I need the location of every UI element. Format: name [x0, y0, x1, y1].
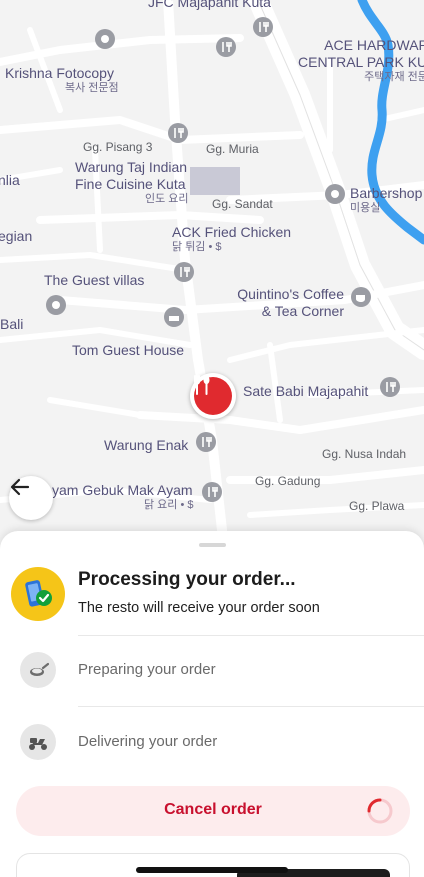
restaurant-pin-icon[interactable] — [201, 481, 223, 503]
step-preparing-label: Preparing your order — [78, 661, 216, 678]
map-label-jfc: JFC Majapahit Kuta — [148, 0, 271, 10]
map-label-krishna: Krishna Fotocopy 복사 전문점 — [5, 65, 119, 95]
divider — [78, 706, 424, 707]
map-label-guest-villas: The Guest villas — [44, 272, 145, 288]
map-label-warung-taj-line1: Warung Taj Indian — [75, 159, 188, 175]
cancel-order-label: Cancel order — [164, 801, 262, 818]
map-label-edge-1: nlia — [0, 172, 20, 188]
map-label-warung-taj-sub: 인도 요리 — [145, 193, 189, 205]
arrow-left-icon — [10, 478, 30, 496]
home-indicator[interactable] — [136, 867, 288, 873]
restaurant-pin-icon[interactable] — [173, 261, 195, 283]
map-label-ace-sub: 주택자재 전문점 — [364, 71, 424, 83]
road-label-gg-sandat: Gg. Sandat — [212, 197, 273, 211]
fork-spoon-icon — [194, 375, 210, 395]
map-label-ace-line1: ACE HARDWARE — [324, 37, 424, 53]
road-label-gg-plawa: Gg. Plawa — [349, 499, 405, 513]
location-pin-icon[interactable] — [94, 29, 116, 51]
map-label-warung-taj-line2: Fine Cuisine Kuta — [75, 176, 186, 192]
map-label-ayam-gebuk-name: yam Gebuk Mak Ayam — [52, 482, 193, 498]
order-processing-icon — [11, 567, 65, 621]
map-label-ayam-gebuk: yam Gebuk Mak Ayam 닭 요리 • $ — [52, 482, 194, 512]
map-label-krishna-sub: 복사 전문점 — [65, 82, 119, 94]
order-status-sheet: Processing your order... The resto will … — [0, 531, 424, 877]
location-pin-icon[interactable] — [324, 183, 346, 205]
scooter-icon — [20, 724, 56, 760]
restaurant-pin-icon[interactable] — [252, 16, 274, 38]
step-delivering-label: Delivering your order — [78, 733, 218, 750]
restaurant-pin-icon[interactable] — [195, 431, 217, 453]
step-delivering: Delivering your order — [0, 719, 424, 769]
order-status-subtitle: The resto will receive your order soon — [78, 600, 320, 616]
map-label-warung-taj: Warung Taj Indian Fine Cuisine Kuta 인도 요… — [75, 159, 189, 206]
coffee-pin-icon[interactable] — [350, 286, 372, 308]
map-label-barbershop-sub: 미용실 — [350, 202, 381, 214]
map-label-barbershop-name: Barbershop — [350, 185, 423, 201]
map-label-krishna-name: Krishna Fotocopy — [5, 65, 114, 81]
sheet-drag-handle[interactable] — [199, 543, 226, 547]
road-label-gg-nusa: Gg. Nusa Indah — [322, 447, 407, 461]
map-label-edge-2: egian — [0, 228, 33, 244]
map-label-sate-babi: Sate Babi Majapahit — [243, 383, 369, 399]
map-label-ack-sub: 닭 튀김 • $ — [172, 241, 222, 253]
restaurant-marker-inner — [194, 375, 232, 415]
map-label-ayam-gebuk-sub: 닭 요리 • $ — [144, 499, 194, 511]
map-label-quintino-line1: Quintino's Coffee — [237, 286, 344, 302]
phone-check-icon — [25, 580, 52, 607]
location-pin-icon[interactable] — [45, 294, 67, 316]
map-label-warung-enak: Warung Enak — [104, 437, 189, 453]
map-label-ace-line2: CENTRAL PARK KUTA — [298, 54, 424, 70]
map-view[interactable]: JFC Majapahit Kuta ACE HARDWARE CENTRAL … — [0, 0, 424, 560]
map-label-quintino: Quintino's Coffee & Tea Corner — [228, 286, 344, 320]
restaurant-location-marker[interactable] — [190, 373, 236, 419]
restaurant-pin-icon[interactable] — [215, 36, 237, 58]
hotel-pin-icon[interactable] — [163, 306, 185, 328]
progress-spinner-icon — [367, 798, 393, 824]
map-label-tom-guest: Tom Guest House — [72, 342, 185, 358]
restaurant-pin-icon[interactable] — [379, 376, 401, 398]
map-label-quintino-line2: & Tea Corner — [261, 303, 344, 319]
cooking-pan-icon — [20, 652, 56, 688]
cancel-order-button[interactable]: Cancel order — [16, 786, 410, 836]
back-button[interactable] — [9, 476, 53, 520]
restaurant-pin-icon[interactable] — [167, 122, 189, 144]
road-label-gg-muria: Gg. Muria — [206, 142, 259, 156]
map-label-edge-3: Bali — [0, 316, 24, 332]
road-label-gg-gadung: Gg. Gadung — [255, 474, 321, 488]
divider — [78, 635, 424, 636]
step-preparing: Preparing your order — [0, 647, 424, 697]
map-label-ack-name: ACK Fried Chicken — [172, 224, 292, 240]
map-label-ace: ACE HARDWARE CENTRAL PARK KUTA 주택자재 전문점 — [298, 37, 424, 84]
map-label-barbershop: Barbershop 미용실 — [350, 185, 422, 215]
building-block — [190, 167, 240, 195]
order-status-title: Processing your order... — [78, 569, 296, 590]
map-label-ack: ACK Fried Chicken 닭 튀김 • $ — [172, 224, 291, 254]
road-label-gg-pisang: Gg. Pisang 3 — [83, 140, 153, 154]
